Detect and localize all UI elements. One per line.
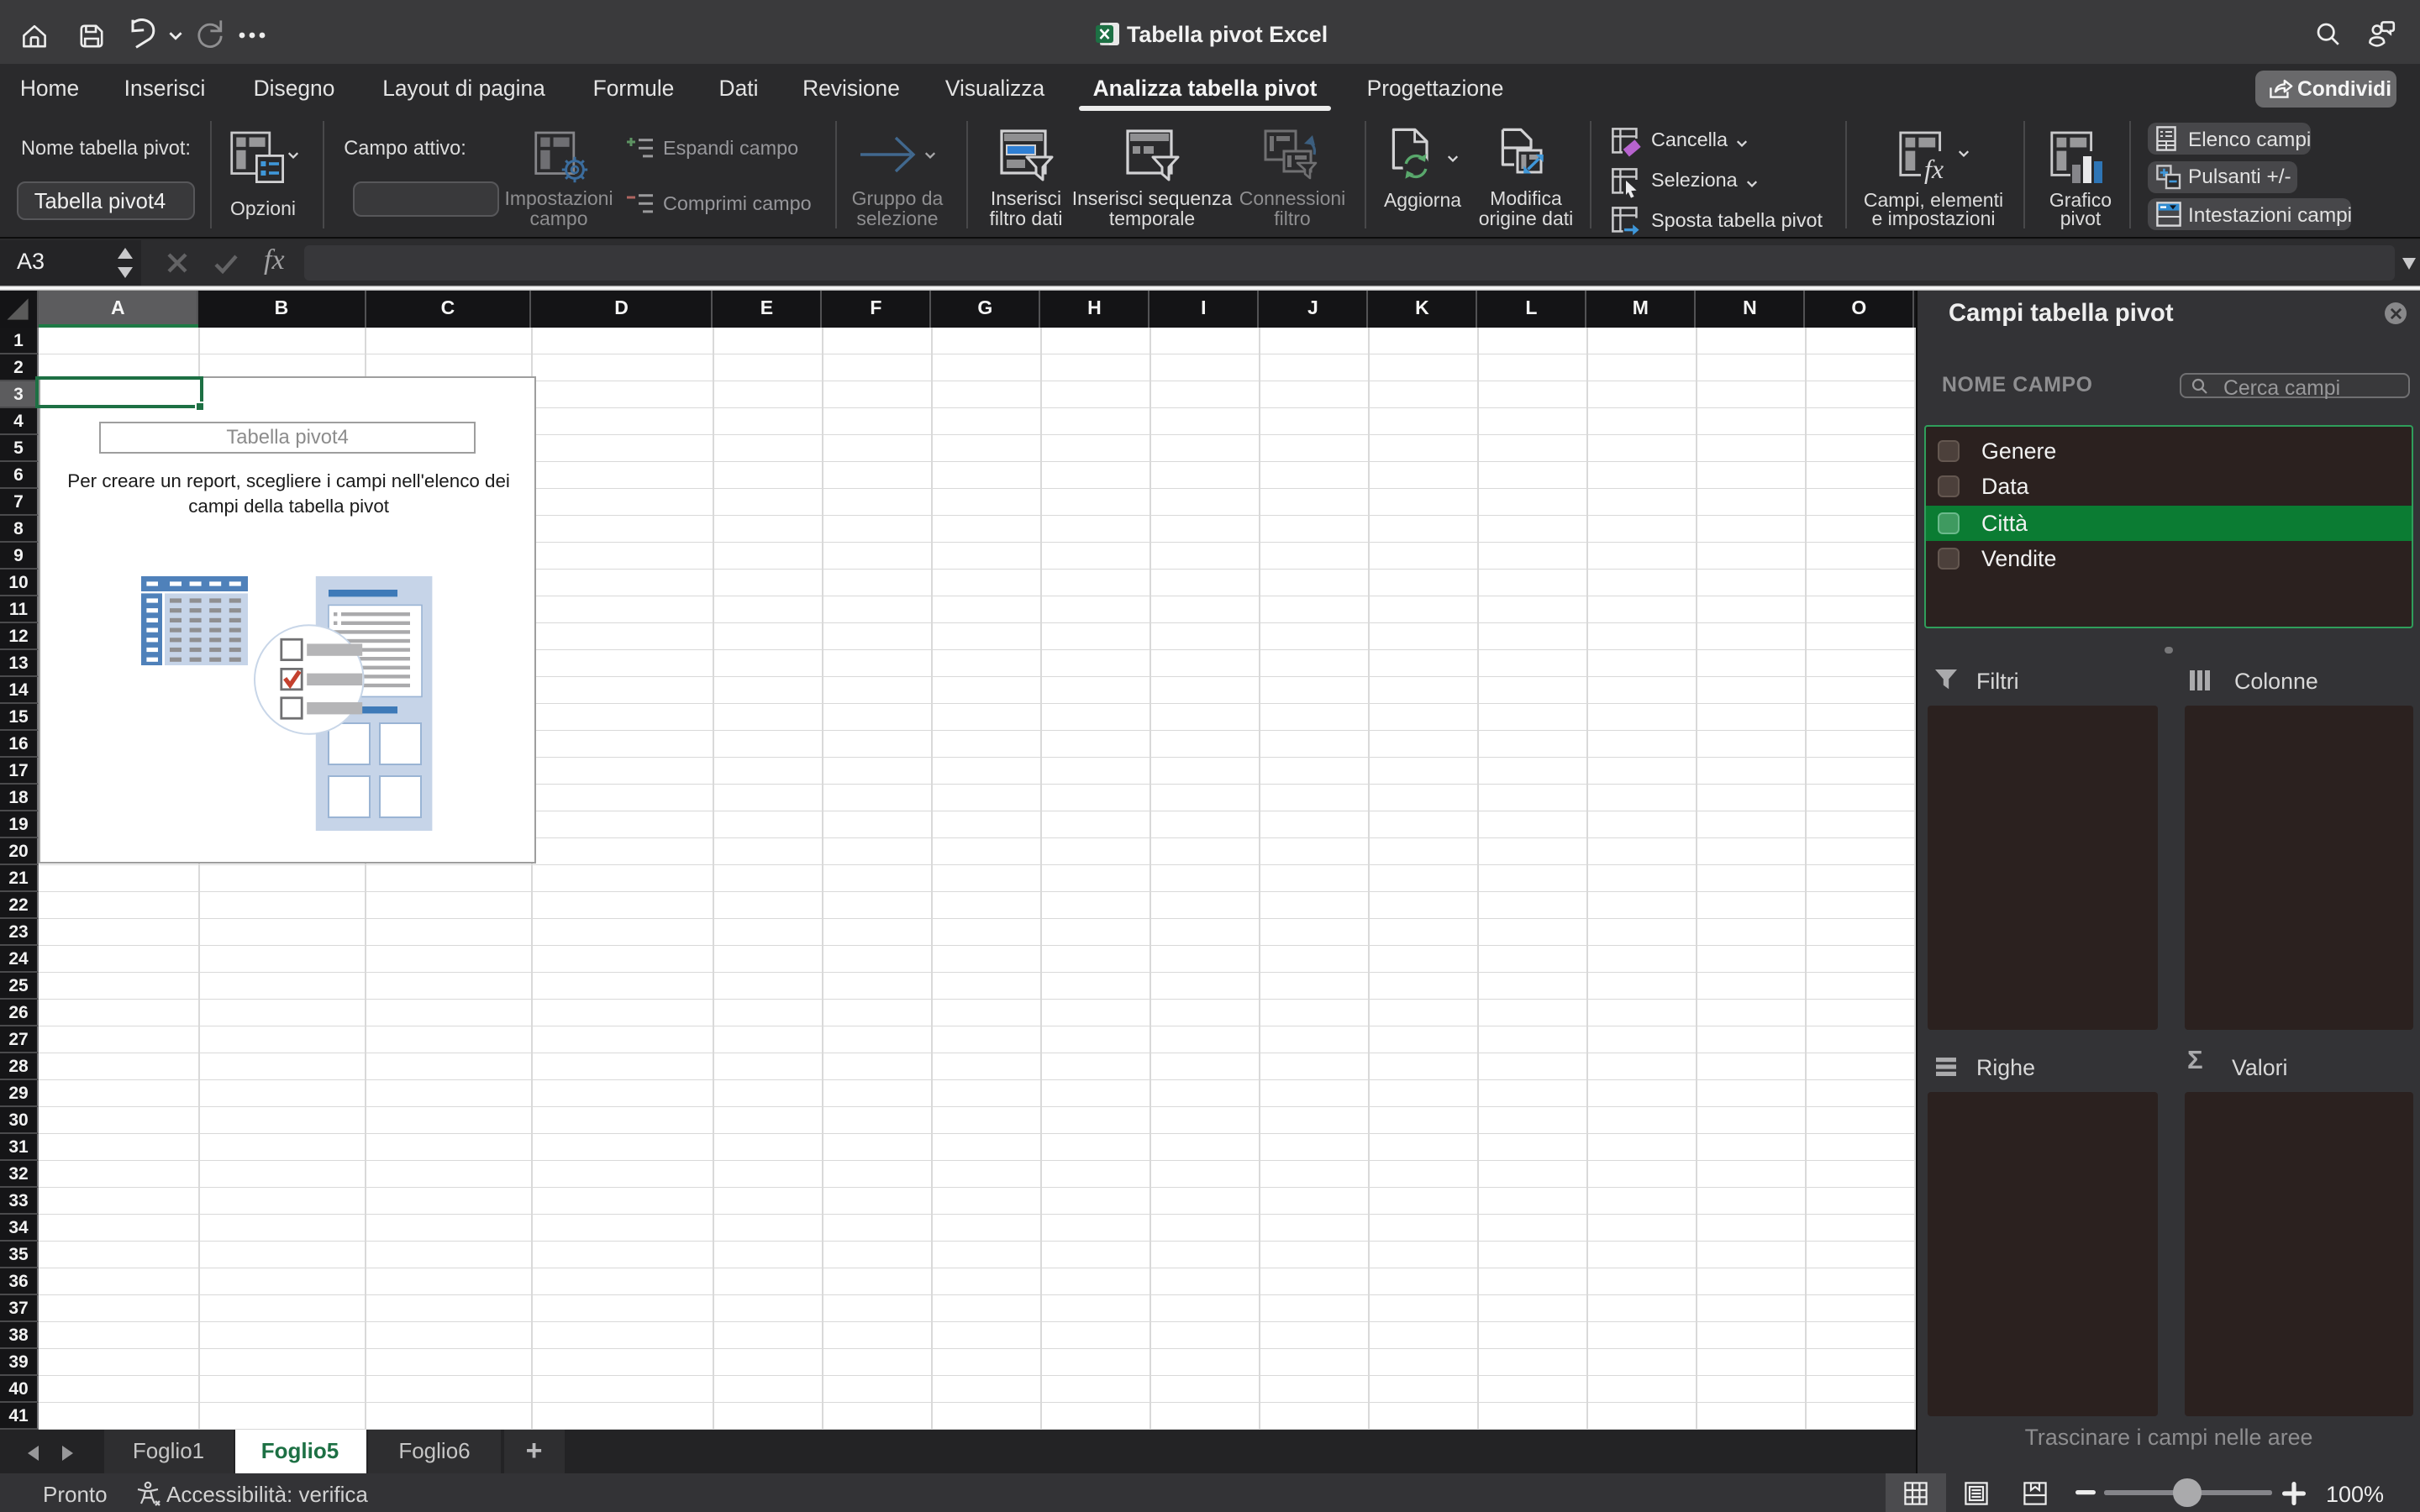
svg-text:fx: fx <box>1924 153 1944 183</box>
